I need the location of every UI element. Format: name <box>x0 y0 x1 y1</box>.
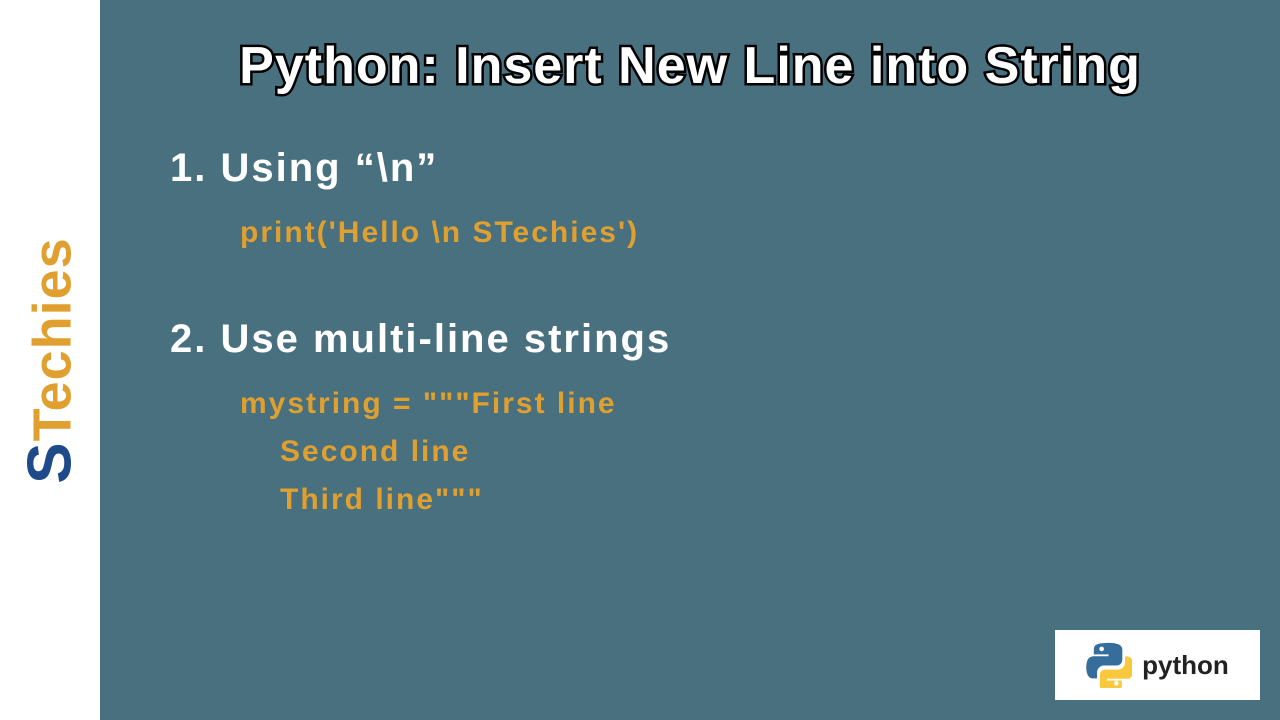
slide-content: Python: Insert New Line into String 1. U… <box>100 0 1280 720</box>
code-line-2: Second line <box>280 428 1240 476</box>
sidebar: STechies <box>0 0 100 720</box>
page-title: Python: Insert New Line into String <box>140 36 1240 96</box>
python-badge: python <box>1055 630 1260 700</box>
section-1: 1. Using “\n” print('Hello \n STechies') <box>170 146 1240 257</box>
logo-s: S <box>16 441 85 483</box>
code-line-3: Third line""" <box>280 476 1240 524</box>
python-icon <box>1086 642 1132 688</box>
section-2-code: mystring = """First line Second line Thi… <box>240 380 1240 524</box>
stechies-logo: STechies <box>15 237 86 483</box>
section-2: 2. Use multi-line strings mystring = """… <box>170 317 1240 524</box>
section-2-heading: 2. Use multi-line strings <box>170 317 1240 362</box>
section-1-heading: 1. Using “\n” <box>170 146 1240 191</box>
logo-rest: Techies <box>23 237 83 441</box>
section-1-code: print('Hello \n STechies') <box>240 209 1240 257</box>
code-line-1: mystring = """First line <box>240 380 1240 428</box>
python-badge-label: python <box>1142 650 1229 681</box>
